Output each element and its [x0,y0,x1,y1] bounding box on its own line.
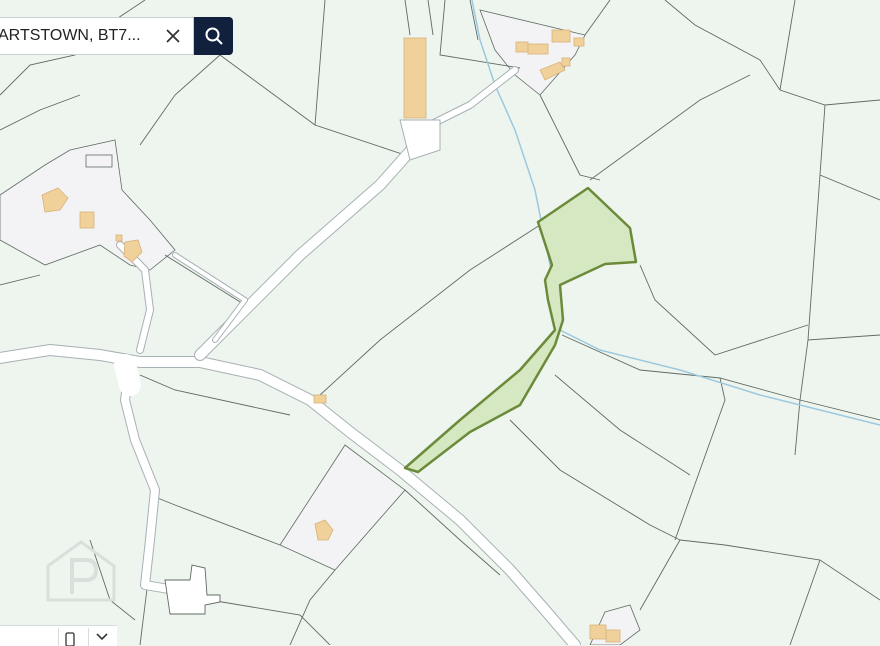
location-search-field[interactable]: ARTSTOWN, BT7... [0,17,194,55]
control-field[interactable] [0,626,52,646]
map-layer-control[interactable] [0,625,117,646]
close-icon [166,29,180,43]
search-icon [205,27,223,45]
propertypal-logo-watermark [46,540,116,602]
search-button[interactable] [194,17,233,55]
map-canvas[interactable] [0,0,880,645]
chevron-down-icon[interactable] [88,628,115,646]
phone-icon[interactable] [58,628,81,646]
clear-search-button[interactable] [163,26,183,46]
search-input-value[interactable]: ARTSTOWN, BT7... [0,27,148,45]
